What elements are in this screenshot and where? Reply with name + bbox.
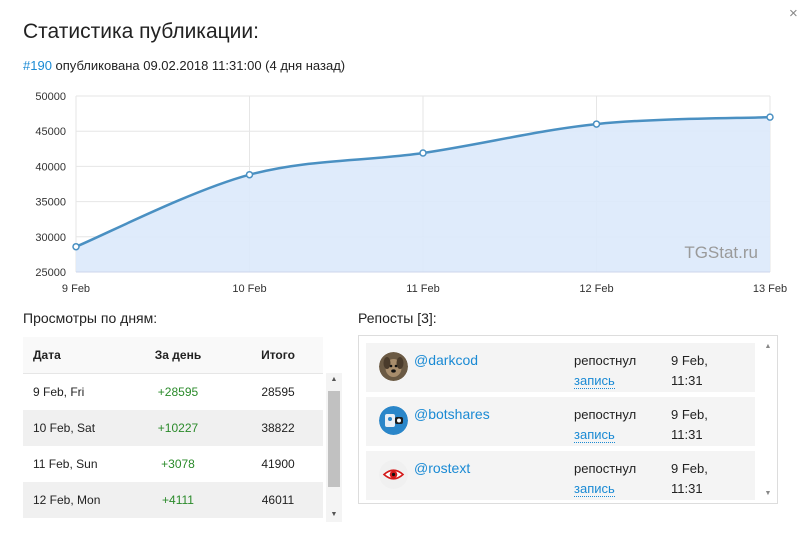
- scroll-up-icon[interactable]: ▲: [761, 342, 775, 352]
- action-text: репостнул: [574, 353, 637, 368]
- repost-action: репостнул запись: [574, 405, 636, 445]
- row-date: 9 Feb, Fri: [33, 385, 85, 399]
- data-point: [72, 242, 80, 251]
- action-text: репостнул: [574, 407, 637, 422]
- eye-avatar[interactable]: [379, 460, 408, 489]
- y-tick-label: 35000: [35, 197, 66, 209]
- robot-avatar[interactable]: [379, 406, 408, 435]
- close-icon[interactable]: ×: [789, 6, 798, 21]
- list-item: @botshares репостнул запись 9 Feb, 11:31: [366, 397, 755, 446]
- channel-link[interactable]: @botshares: [414, 406, 490, 422]
- table-row: 11 Feb, Sun +3078 41900: [23, 446, 323, 482]
- row-date: 11 Feb, Sun: [33, 457, 98, 471]
- x-tick-label: 11 Feb: [406, 283, 439, 295]
- scroll-down-icon[interactable]: ▼: [761, 489, 775, 499]
- repost-date: 9 Feb, 11:31: [671, 459, 731, 499]
- y-tick-label: 50000: [35, 91, 66, 103]
- publication-info: #190 опубликована 09.02.2018 11:31:00 (4…: [23, 58, 345, 73]
- reposts-scrollbar[interactable]: ▲ ▼: [761, 338, 775, 501]
- time-text: 11:31: [671, 481, 703, 496]
- list-item: @darkcod репостнул запись 9 Feb, 11:31: [366, 343, 755, 392]
- dog-avatar[interactable]: [379, 352, 408, 381]
- row-per-day: +10227: [157, 421, 199, 435]
- row-per-day: +4111: [162, 493, 194, 507]
- scroll-down-icon[interactable]: ▼: [326, 510, 342, 520]
- table-row: 10 Feb, Sat +10227 38822: [23, 410, 323, 446]
- table-row: 9 Feb, Fri +28595 28595: [23, 374, 323, 410]
- post-link[interactable]: #190: [23, 58, 52, 73]
- row-date: 12 Feb, Mon: [33, 493, 101, 507]
- post-link[interactable]: запись: [574, 427, 615, 443]
- row-total: 28595: [261, 385, 295, 399]
- repost-action: репостнул запись: [574, 351, 636, 391]
- row-date: 10 Feb, Sat: [33, 421, 96, 435]
- published-text: опубликована 09.02.2018 11:31:00 (4 дня …: [51, 58, 346, 73]
- row-total: 38822: [261, 421, 295, 435]
- x-tick-label: 10 Feb: [232, 283, 266, 295]
- x-tick-label: 9 Feb: [62, 283, 90, 295]
- list-item: @rostext репостнул запись 9 Feb, 11:31: [366, 451, 755, 500]
- daily-views-title: Просмотры по дням:: [23, 310, 158, 326]
- daily-views-scrollbar[interactable]: ▲ ▼: [326, 373, 342, 522]
- repost-date: 9 Feb, 11:31: [671, 351, 731, 391]
- time-text: 11:31: [671, 427, 703, 442]
- row-total: 41900: [261, 457, 295, 471]
- views-chart: 50000 45000 40000 35000 30000 25000 9 Feb 10 Fe…: [35, 91, 787, 295]
- repost-action: репостнул запись: [574, 459, 636, 499]
- channel-link[interactable]: @darkcod: [414, 352, 478, 368]
- scroll-up-icon[interactable]: ▲: [326, 375, 342, 385]
- repost-date: 9 Feb, 11:31: [671, 405, 731, 445]
- table-header: Дата За день Итого: [23, 337, 323, 374]
- row-per-day: +3078: [161, 457, 195, 471]
- x-tick-label: 12 Feb: [579, 283, 613, 295]
- data-point: [766, 113, 774, 121]
- row-per-day: +28595: [157, 385, 199, 399]
- post-link[interactable]: запись: [574, 481, 615, 497]
- row-total: 46011: [261, 493, 295, 507]
- date-text: 9 Feb,: [671, 461, 708, 476]
- header-per-day: За день: [154, 348, 202, 362]
- data-point: [592, 120, 601, 128]
- time-text: 11:31: [671, 373, 703, 388]
- date-text: 9 Feb,: [671, 407, 708, 422]
- y-tick-label: 40000: [35, 161, 66, 173]
- date-text: 9 Feb,: [671, 353, 708, 368]
- y-tick-label: 25000: [35, 267, 66, 279]
- y-tick-label: 30000: [35, 232, 66, 244]
- header-date: Дата: [33, 348, 61, 362]
- action-text: репостнул: [574, 461, 637, 476]
- post-link[interactable]: запись: [574, 373, 615, 389]
- reposts-list: @darkcod репостнул запись 9 Feb, 11:31 @bo…: [358, 335, 778, 504]
- y-tick-label: 45000: [35, 126, 66, 138]
- watermark: TGStat.ru: [684, 243, 758, 262]
- scroll-thumb[interactable]: [328, 391, 340, 487]
- reposts-title: Репосты [3]:: [358, 310, 437, 326]
- x-tick-label: 13 Feb: [753, 283, 787, 295]
- channel-link[interactable]: @rostext: [414, 460, 470, 476]
- header-total: Итого: [261, 348, 295, 362]
- daily-views-table: Дата За день Итого 9 Feb, Fri +28595 285…: [23, 337, 323, 521]
- table-row: 12 Feb, Mon +4111 46011: [23, 482, 323, 518]
- dialog-title: Статистика публикации:: [23, 20, 259, 43]
- data-point: [245, 170, 254, 179]
- data-point: [419, 149, 427, 157]
